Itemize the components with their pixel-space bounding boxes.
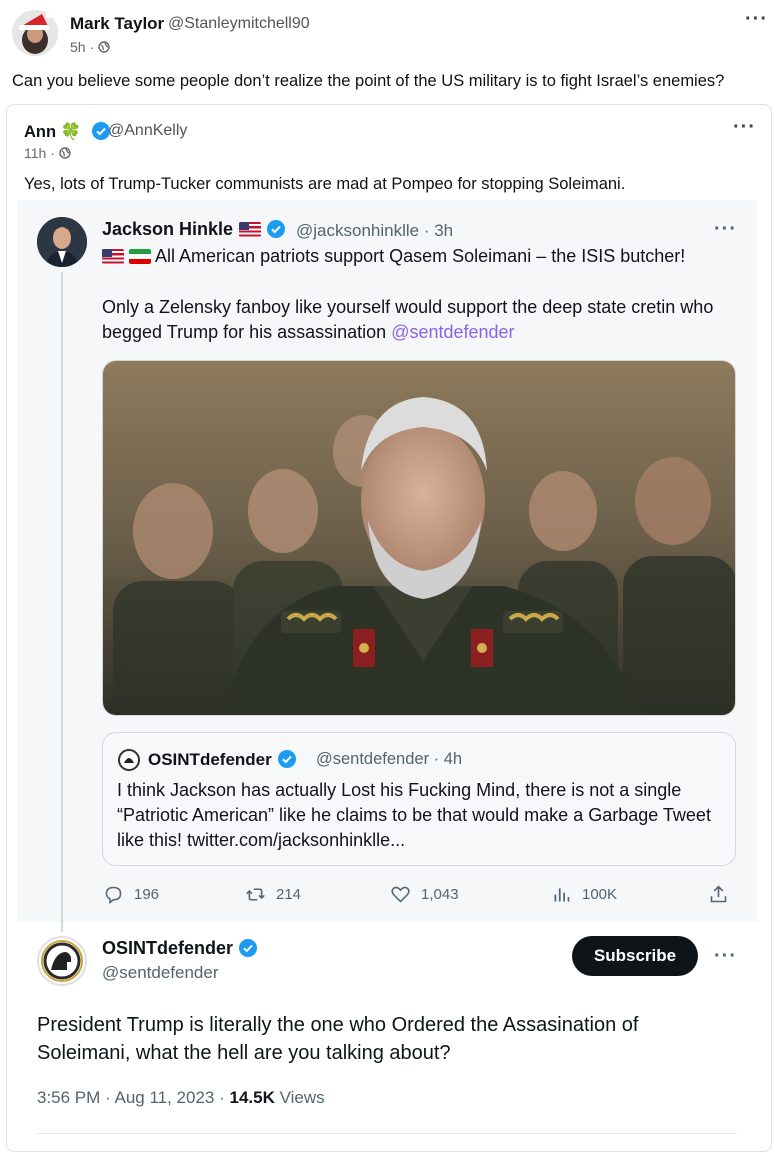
tweet-photo[interactable]: [102, 360, 736, 716]
globe-icon: [59, 145, 71, 161]
mention-link[interactable]: @sentdefender: [391, 322, 514, 342]
post1-time: 5h: [70, 39, 86, 55]
reply-author-name: OSINTdefender: [102, 938, 234, 958]
globe-icon: [98, 39, 110, 55]
jackson-author[interactable]: Jackson Hinkle: [102, 219, 286, 240]
share-icon: [710, 885, 727, 903]
post2-meta: 11h ·: [24, 145, 71, 161]
jackson-name: Jackson Hinkle: [102, 219, 234, 239]
subscribe-button[interactable]: Subscribe: [572, 936, 698, 976]
post2-more-options-icon[interactable]: ···: [733, 117, 756, 137]
tweet-text-line1: All American patriots support Qasem Sole…: [102, 246, 685, 267]
post2-author-handle[interactable]: @AnnKelly: [108, 122, 187, 140]
jackson-handle: @jacksonhinklle: [296, 221, 420, 240]
reply-icon: [105, 886, 122, 904]
reply-author-handle[interactable]: @sentdefender: [102, 963, 219, 983]
post1-meta: 5h ·: [70, 39, 110, 55]
osintdefender-avatar[interactable]: [37, 936, 87, 986]
quote-author-name: OSINTdefender: [148, 750, 272, 769]
post1-author-name[interactable]: Mark Taylor: [70, 14, 164, 34]
reply-views-label: Views: [279, 1088, 325, 1107]
post1-author-handle[interactable]: @Stanleymitchell90: [168, 15, 310, 33]
jackson-avatar[interactable]: [37, 217, 87, 267]
osint-small-avatar: [118, 749, 140, 771]
like-button[interactable]: 1,043: [390, 884, 459, 905]
quote-handle: @sentdefender: [316, 750, 430, 768]
verified-badge-icon: [267, 220, 286, 238]
post2-author-name: Ann: [24, 123, 57, 141]
shamrock-icon: 🍀: [60, 123, 82, 141]
us-flag-icon: [102, 249, 124, 264]
us-flag-icon: [239, 222, 262, 237]
reply-text: President Trump is literally the one who…: [37, 1014, 639, 1064]
quote-text: I think Jackson has actually Lost his Fu…: [117, 780, 711, 850]
thread-line: [61, 272, 63, 932]
tweet-more-options-icon[interactable]: ···: [714, 219, 737, 239]
view-count: 100K: [582, 886, 618, 903]
post1-text: Can you believe some people don’t realiz…: [12, 72, 725, 90]
retweet-count: 214: [276, 886, 302, 903]
post2-author[interactable]: Ann 🍀: [24, 121, 111, 142]
post1-more-options-icon[interactable]: ···: [745, 9, 768, 29]
reply-timestamp[interactable]: 3:56 PM · Aug 11, 2023 ·: [37, 1088, 225, 1107]
heart-icon: [391, 886, 410, 903]
reply-count: 196: [134, 886, 160, 903]
iran-flag-icon: [129, 249, 152, 264]
post2-time: 11h: [24, 145, 47, 161]
reply-button[interactable]: 196: [103, 884, 159, 905]
reply-author[interactable]: OSINTdefender: [102, 938, 258, 959]
jackson-handle-time[interactable]: @jacksonhinklle · 3h: [296, 221, 453, 241]
share-button[interactable]: [708, 884, 729, 905]
views-button[interactable]: 100K: [551, 884, 617, 905]
quote-time: 4h: [443, 750, 463, 768]
analytics-icon: [554, 888, 570, 902]
quote-handle-time[interactable]: @sentdefender · 4h: [316, 750, 462, 769]
retweet-icon: [246, 888, 265, 901]
quote-author[interactable]: OSINTdefender: [148, 749, 297, 770]
reply-more-options-icon[interactable]: ···: [714, 946, 737, 966]
reply-meta: 3:56 PM · Aug 11, 2023 · 14.5K Views: [37, 1088, 325, 1108]
tweet-line1: All American patriots support Qasem Sole…: [155, 246, 686, 266]
tweet-text-line2: Only a Zelensky fanboy like yourself wou…: [102, 295, 742, 345]
post1-avatar[interactable]: [12, 10, 58, 56]
reply-views-count: 14.5K: [229, 1088, 275, 1107]
verified-badge-icon: [239, 939, 258, 957]
retweet-button[interactable]: 214: [245, 884, 301, 905]
verified-badge-icon: [277, 750, 296, 768]
post2-text: Yes, lots of Trump-Tucker communists are…: [24, 175, 626, 193]
jackson-time: 3h: [434, 221, 454, 240]
like-count: 1,043: [421, 886, 459, 903]
divider: [37, 1133, 737, 1134]
